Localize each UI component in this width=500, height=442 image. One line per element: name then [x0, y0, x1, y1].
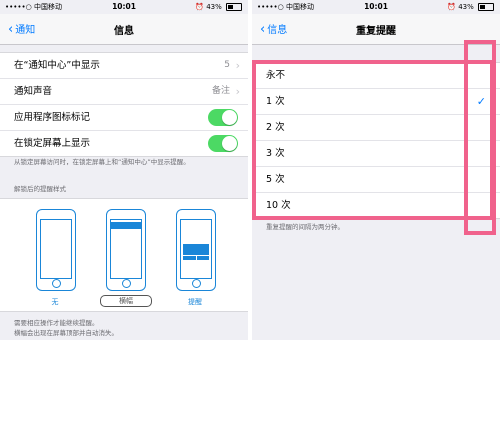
- alert-style-header: 解锁后的提醒样式: [14, 185, 66, 193]
- style-none-label[interactable]: 无: [30, 297, 80, 307]
- navigation-bar: ‹ 通知 信息: [0, 14, 248, 45]
- lock-screen-note: 从锁定屏幕访问时，在锁定屏幕上和“通知中心”中显示提醒。: [14, 158, 190, 166]
- row-label: 通知声音: [14, 86, 53, 97]
- page-title: 重复提醒: [356, 26, 396, 37]
- style-alert-label[interactable]: 提醒: [170, 297, 220, 307]
- style-none-illustration[interactable]: [36, 209, 76, 291]
- highlight-options-box: [252, 60, 494, 220]
- chevron-right-icon: ›: [235, 59, 240, 72]
- navigation-bar: ‹ 信息 重复提醒: [252, 14, 500, 45]
- battery-status: ⏰ 43%: [195, 0, 242, 14]
- battery-percent: 43%: [458, 3, 474, 11]
- row-show-on-lock-screen: 在锁定屏幕上显示: [0, 131, 248, 156]
- footer-note-1: 需要相应操作才能继续提醒。: [14, 319, 99, 327]
- style-banner-illustration[interactable]: [106, 209, 146, 291]
- footer-note-2: 横幅会出现在屏幕顶部并自动消失。: [14, 329, 118, 337]
- row-value: 备注: [211, 86, 230, 96]
- row-label: 在锁定屏幕上显示: [14, 138, 91, 149]
- chevron-right-icon: ›: [235, 85, 240, 98]
- status-bar: •••••○ 中国移动 10:01 ⏰ 43%: [0, 0, 248, 14]
- alarm-icon: ⏰: [447, 3, 456, 11]
- battery-icon: [478, 3, 494, 11]
- battery-percent: 43%: [206, 3, 222, 11]
- repeat-interval-note: 重复提醒的间隔为两分钟。: [266, 223, 344, 231]
- highlight-check-column: [464, 40, 496, 235]
- row-notification-sound[interactable]: 通知声音 备注 ›: [0, 79, 248, 105]
- status-bar: •••••○ 中国移动 10:01 ⏰ 43%: [252, 0, 500, 14]
- row-label: 应用程序图标标记: [14, 112, 91, 123]
- alert-style-picker: 无 横幅 提醒: [0, 198, 248, 312]
- badge-toggle[interactable]: [208, 109, 238, 126]
- row-show-in-notification-center[interactable]: 在“通知中心”中显示 5 ›: [0, 53, 248, 79]
- style-alert-illustration[interactable]: [176, 209, 216, 291]
- lock-screen-toggle[interactable]: [208, 135, 238, 152]
- row-badge-app-icon: 应用程序图标标记: [0, 105, 248, 131]
- battery-icon: [226, 3, 242, 11]
- repeat-alerts-screen: •••••○ 中国移动 10:01 ⏰ 43% ‹ 信息 重复提醒 永不 1 次 ✓…: [252, 0, 500, 340]
- notification-settings-screen: •••••○ 中国移动 10:01 ⏰ 43% ‹ 通知 信息 在“通知中心”中显…: [0, 0, 248, 340]
- alarm-icon: ⏰: [195, 3, 204, 11]
- settings-group: 在“通知中心”中显示 5 › 通知声音 备注 › 应用程序图标标记 在锁定屏幕上…: [0, 52, 248, 157]
- page-title: 信息: [114, 26, 134, 37]
- battery-status: ⏰ 43%: [447, 0, 494, 14]
- style-banner-label[interactable]: 横幅: [100, 295, 152, 307]
- row-label: 在“通知中心”中显示: [14, 60, 100, 71]
- row-value: 5: [224, 60, 230, 70]
